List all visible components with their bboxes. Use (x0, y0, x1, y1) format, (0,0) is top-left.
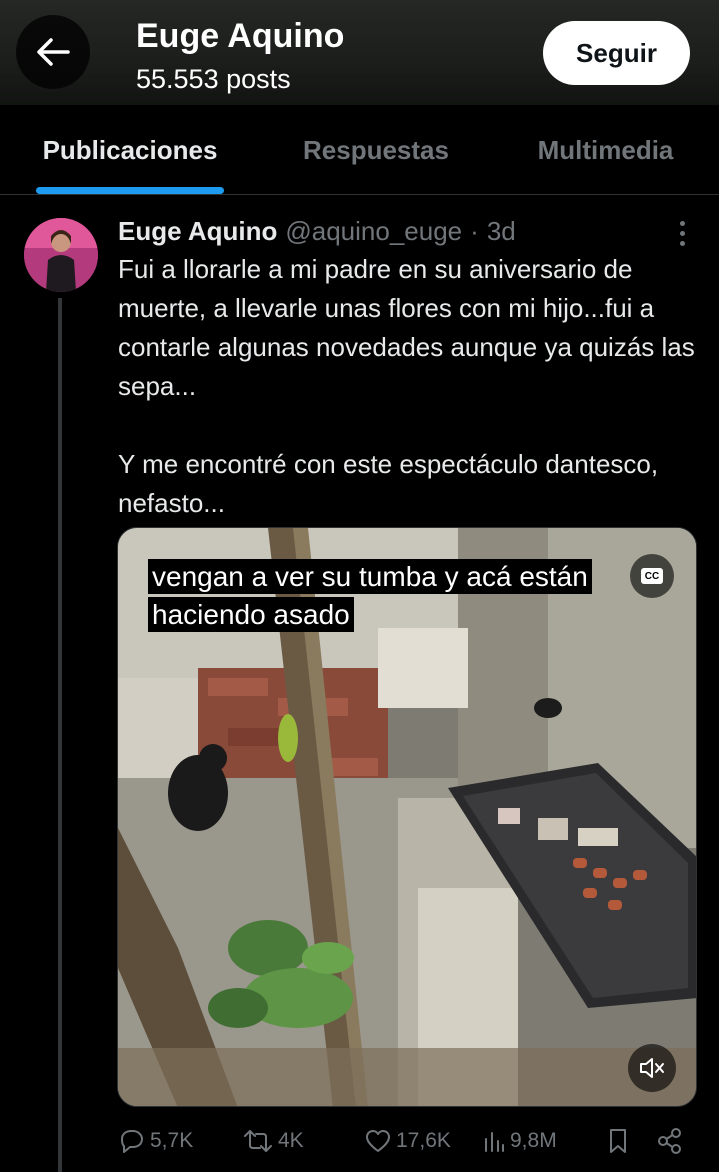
share-button[interactable] (656, 1120, 684, 1162)
repost-icon (244, 1130, 272, 1152)
profile-tabs: Publicaciones Respuestas Multimedia (0, 105, 719, 195)
header-title-group: Euge Aquino 55.553 posts (136, 16, 344, 96)
video-player[interactable]: vengan a ver su tumba y acá están hacien… (117, 527, 697, 1107)
profile-name: Euge Aquino (136, 17, 345, 55)
active-tab-indicator (36, 187, 224, 194)
caption-line: haciendo asado (148, 597, 354, 632)
share-icon (658, 1128, 681, 1154)
avatar[interactable] (24, 218, 98, 292)
tweet-header: Euge Aquino @aquino_euge · 3d (118, 214, 516, 248)
profile-header: Euge Aquino 55.553 posts Seguir (0, 0, 719, 105)
tweet-text: Fui a llorarle a mi padre en su aniversa… (118, 250, 698, 523)
repost-count: 4K (278, 1129, 304, 1152)
bookmark-icon (610, 1129, 626, 1153)
repost-button[interactable]: 4K (242, 1120, 304, 1162)
cc-icon: CC (641, 568, 663, 584)
mute-button[interactable] (628, 1044, 676, 1092)
tweet-author-handle[interactable]: @aquino_euge (285, 216, 462, 247)
closed-captions-button[interactable]: CC (630, 554, 674, 598)
like-button[interactable]: 17,6K (364, 1120, 451, 1162)
reply-count: 5,7K (150, 1129, 194, 1152)
tab-replies[interactable]: Respuestas (262, 105, 490, 195)
tab-posts[interactable]: Publicaciones (0, 105, 260, 195)
back-button[interactable] (16, 15, 90, 89)
thread-line (58, 298, 62, 1172)
tweet-actions: 5,7K 4K 17,6K 9,8M (118, 1120, 698, 1162)
tweet-author-name[interactable]: Euge Aquino (118, 216, 277, 247)
follow-button[interactable]: Seguir (543, 21, 690, 85)
avatar-image (24, 218, 98, 292)
tab-media[interactable]: Multimedia (492, 105, 719, 195)
views-button[interactable]: 9,8M (482, 1120, 557, 1162)
speaker-muted-icon (640, 1058, 664, 1078)
more-options-icon[interactable] (668, 216, 696, 250)
views-chart-icon (485, 1132, 504, 1152)
tweet-paragraph: Fui a llorarle a mi padre en su aniversa… (118, 254, 695, 401)
reply-button[interactable]: 5,7K (118, 1120, 193, 1162)
bookmark-button[interactable] (606, 1120, 630, 1162)
post-count: 55.553 posts (136, 64, 291, 94)
reply-icon (121, 1130, 143, 1153)
views-count: 9,8M (510, 1129, 557, 1152)
video-caption: vengan a ver su tumba y acá están hacien… (148, 558, 618, 634)
like-count: 17,6K (396, 1129, 451, 1152)
tweet-timestamp[interactable]: 3d (487, 216, 516, 247)
separator-dot: · (470, 215, 479, 246)
arrow-left-icon (37, 38, 70, 66)
caption-line: vengan a ver su tumba y acá están (148, 559, 592, 594)
heart-icon (366, 1130, 390, 1152)
tweet-paragraph: Y me encontré con este espectáculo dante… (118, 449, 659, 518)
